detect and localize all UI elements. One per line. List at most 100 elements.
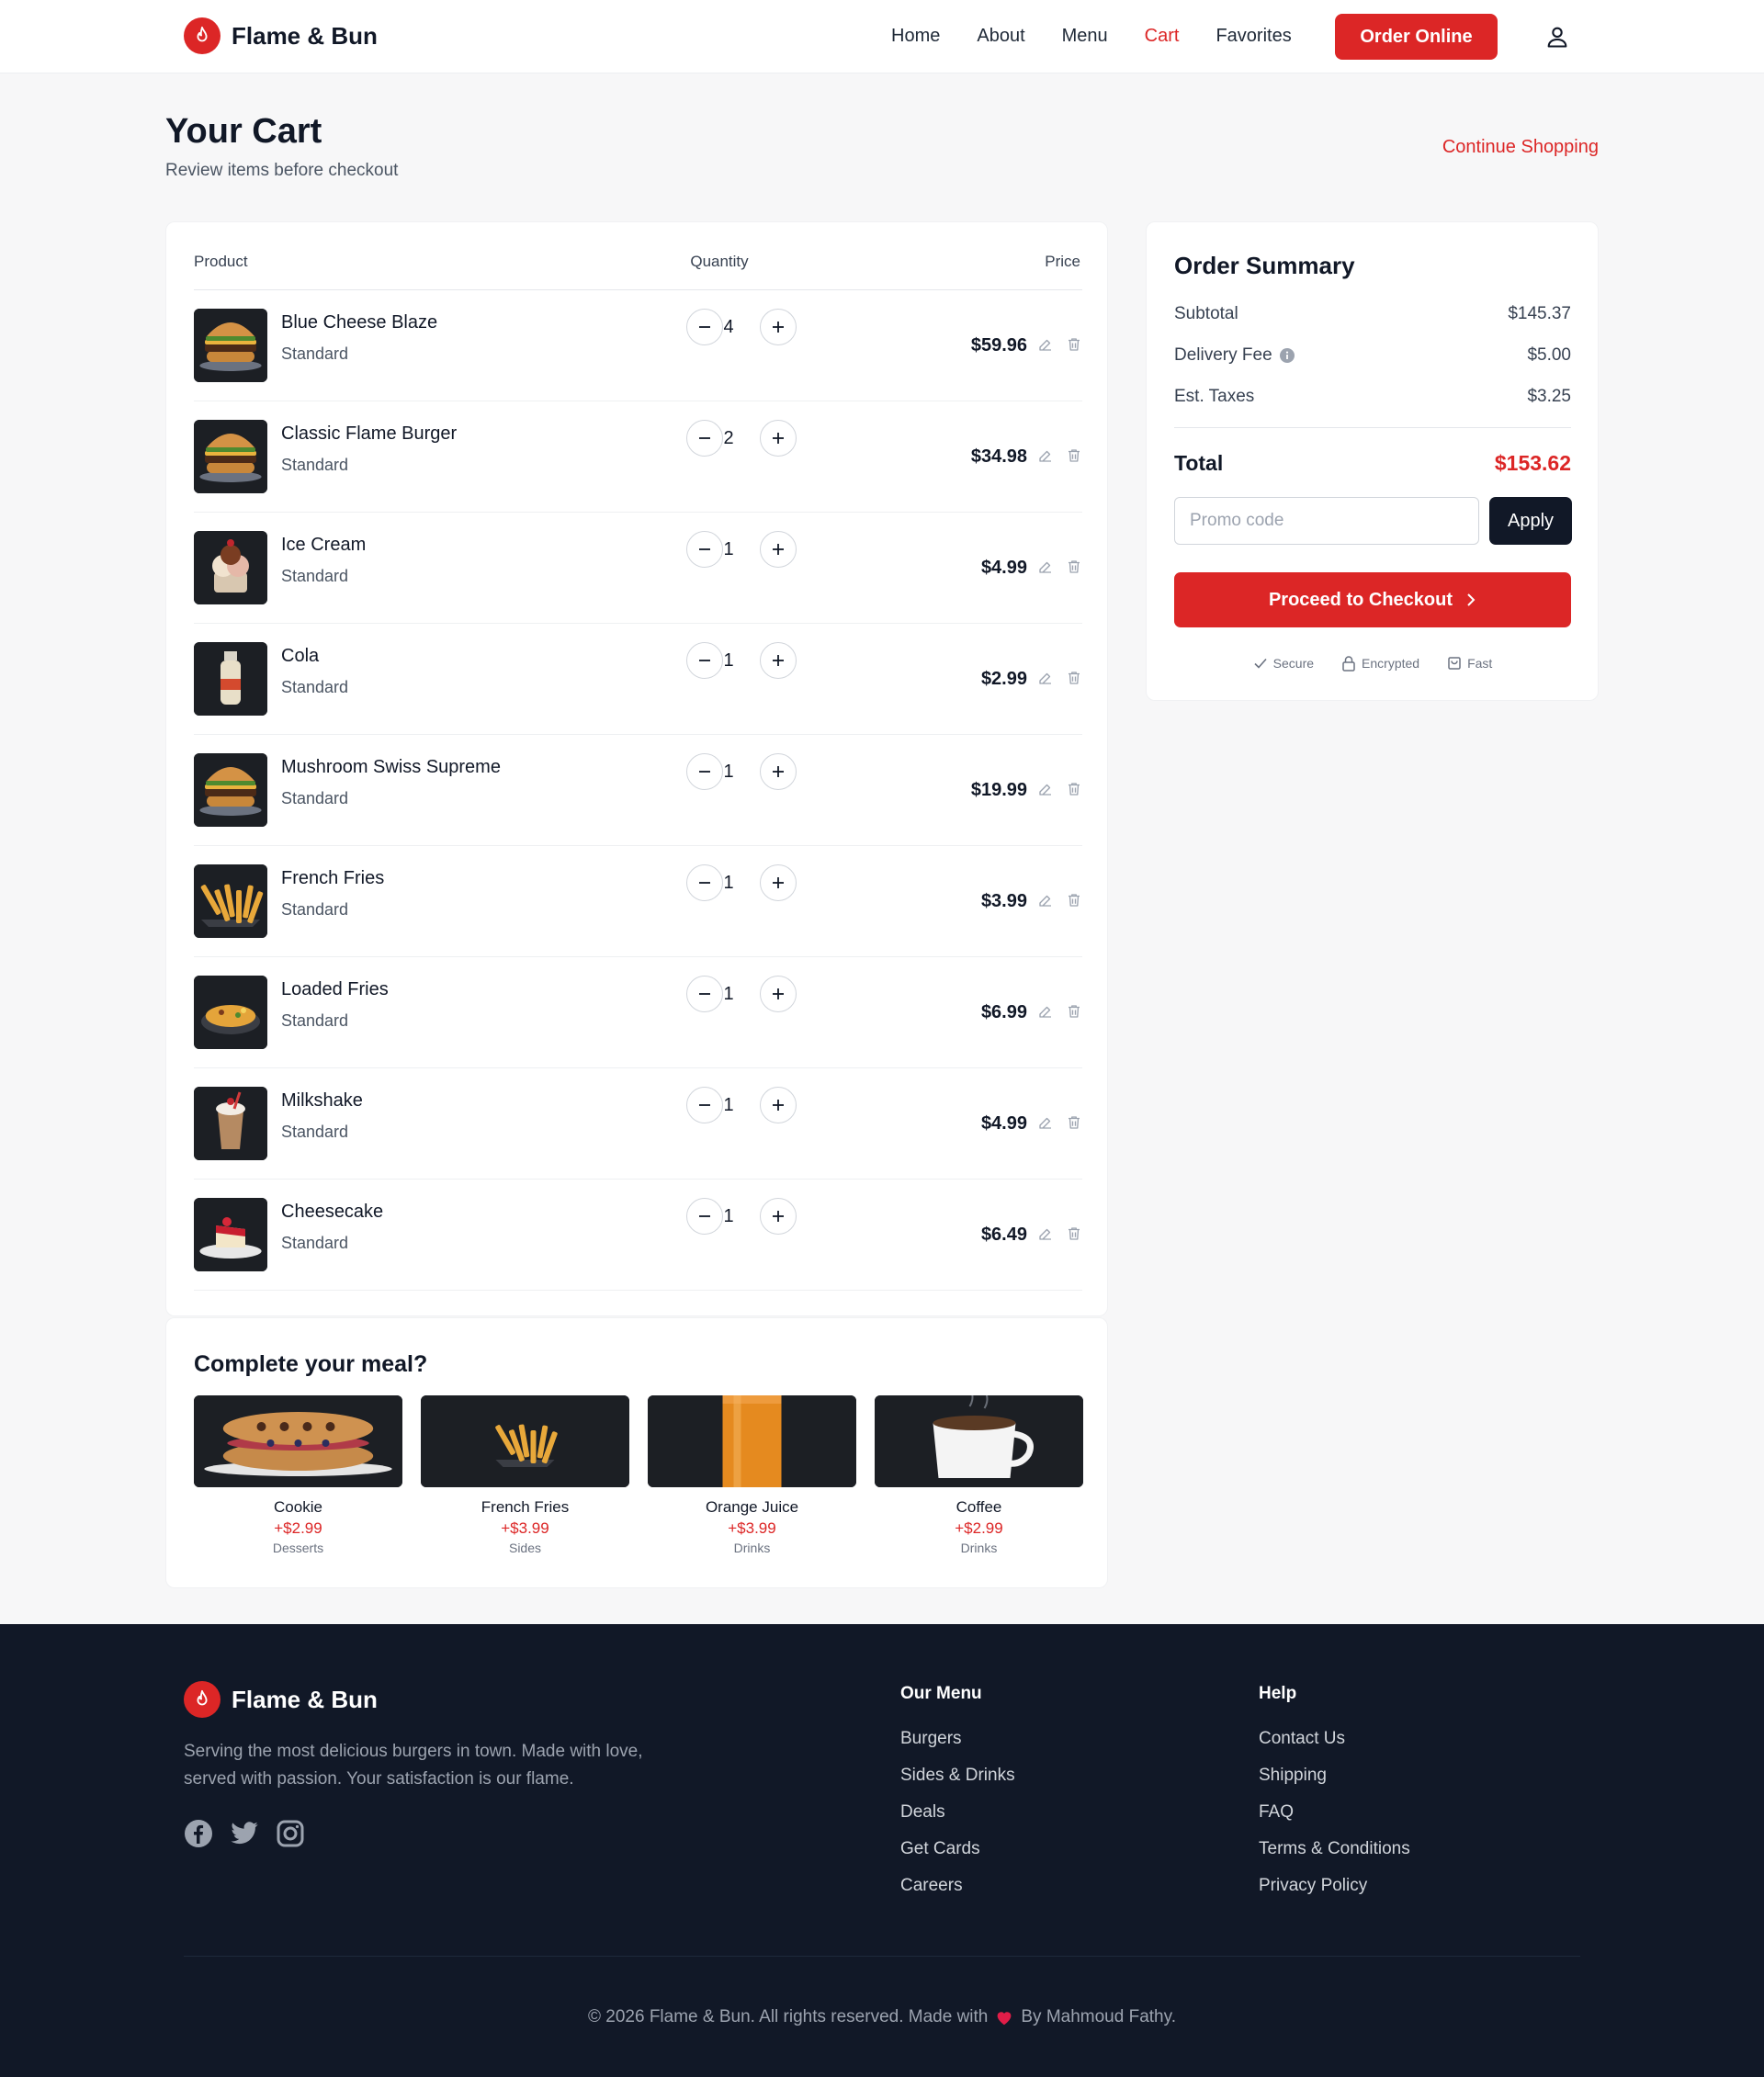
increase-quantity-button[interactable] [760,1198,797,1235]
fries-image [194,864,267,938]
minus-icon [699,660,710,661]
trust-badges: Secure Encrypted Fast [1174,655,1571,672]
proceed-to-checkout-button[interactable]: Proceed to Checkout [1174,572,1571,627]
suggestion-image [194,1395,402,1487]
minus-icon [699,771,710,773]
item-price: $4.99 [980,558,1027,578]
footer-link-privacy[interactable]: Privacy Policy [1259,1868,1410,1904]
suggestion-name: Coffee [956,1498,1002,1516]
product-image [194,531,267,604]
edit-icon[interactable] [1037,447,1054,464]
plus-icon [773,433,784,444]
suggestion-price: +$3.99 [728,1519,776,1537]
trash-icon[interactable] [1066,1225,1082,1242]
increase-quantity-button[interactable] [760,1087,797,1123]
suggestion-item[interactable]: Orange Juice +$3.99 Drinks [648,1395,856,1555]
increase-quantity-button[interactable] [760,864,797,901]
nav-home[interactable]: Home [891,26,940,47]
footer-link-shipping[interactable]: Shipping [1259,1757,1410,1794]
trash-icon[interactable] [1066,670,1082,686]
trash-icon[interactable] [1066,1003,1082,1020]
check-icon [1254,658,1267,669]
suggestion-item[interactable]: Cookie +$2.99 Desserts [194,1395,402,1555]
trash-icon[interactable] [1066,559,1082,575]
increase-quantity-button[interactable] [760,309,797,345]
heart-icon [998,2012,1012,2026]
nav-cart[interactable]: Cart [1145,26,1180,47]
edit-icon[interactable] [1037,1225,1054,1242]
nav-favorites[interactable]: Favorites [1216,26,1291,47]
footer-link-gift-cards[interactable]: Get Cards [900,1831,1015,1868]
trash-icon[interactable] [1066,1114,1082,1131]
product-image [194,976,267,1049]
subtotal-value: $145.37 [1508,304,1571,323]
suggestion-item[interactable]: French Fries +$3.99 Sides [421,1395,629,1555]
trash-icon[interactable] [1066,781,1082,797]
continue-shopping-link[interactable]: Continue Shopping [1442,137,1599,158]
product-name: Classic Flame Burger [281,423,458,444]
suggestion-item[interactable]: Coffee +$2.99 Drinks [875,1395,1083,1555]
social-links [184,1819,305,1848]
edit-icon[interactable] [1037,1003,1054,1020]
footer-menu-column: Our Menu Burgers Sides & Drinks Deals Ge… [900,1684,1015,1904]
product-name: Ice Cream [281,535,367,555]
twitter-icon[interactable] [230,1819,259,1848]
suggestion-price: +$2.99 [955,1519,1003,1537]
increase-quantity-button[interactable] [760,753,797,790]
edit-icon[interactable] [1037,1114,1054,1131]
brand[interactable]: Flame & Bun [184,17,378,54]
product-variant: Standard [281,1123,349,1141]
nav-about[interactable]: About [977,26,1024,47]
edit-icon[interactable] [1037,781,1054,797]
cart-item: Classic Flame Burger Standard 2 $34.98 [194,401,1082,513]
order-online-button[interactable]: Order Online [1335,14,1498,60]
increase-quantity-button[interactable] [760,531,797,568]
item-price: $3.99 [980,891,1027,911]
instagram-icon[interactable] [276,1819,305,1848]
info-icon[interactable] [1279,348,1295,363]
copyright-author: By Mahmoud Fathy. [1021,2007,1176,2026]
product-variant: Standard [281,1011,349,1030]
increase-quantity-button[interactable] [760,420,797,457]
nav-menu[interactable]: Menu [1062,26,1108,47]
footer-description: Serving the most delicious burgers in to… [184,1742,643,1789]
plus-icon [773,1100,784,1111]
footer-link-careers[interactable]: Careers [900,1868,1015,1904]
product-name: Blue Cheese Blaze [281,312,438,333]
main-nav: Home About Menu Cart Favorites [891,26,1292,47]
promo-code-input[interactable] [1174,497,1479,545]
facebook-icon[interactable] [184,1819,213,1848]
footer-link-faq[interactable]: FAQ [1259,1794,1410,1831]
edit-icon[interactable] [1037,892,1054,909]
trash-icon[interactable] [1066,336,1082,353]
cookie-image [194,1395,402,1487]
footer-link-terms[interactable]: Terms & Conditions [1259,1831,1410,1868]
footer-link-deals[interactable]: Deals [900,1794,1015,1831]
item-price: $4.99 [980,1113,1027,1134]
taxes-label: Est. Taxes [1174,387,1255,406]
ice-cream-image [194,531,267,604]
edit-icon[interactable] [1037,670,1054,686]
user-icon[interactable] [1544,24,1570,50]
quantity-value: 1 [723,1206,734,1226]
product-name: Cheesecake [281,1202,384,1222]
footer-link-contact[interactable]: Contact Us [1259,1721,1410,1757]
taxes-row: Est. Taxes $3.25 [1174,387,1571,407]
trash-icon[interactable] [1066,892,1082,909]
footer-link-sides-drinks[interactable]: Sides & Drinks [900,1757,1015,1794]
product-image [194,642,267,716]
total-value: $153.62 [1494,451,1571,475]
footer-brand[interactable]: Flame & Bun [184,1681,378,1718]
edit-icon[interactable] [1037,559,1054,575]
product-image [194,1087,267,1160]
apply-promo-button[interactable]: Apply [1489,497,1572,545]
cart-item: Mushroom Swiss Supreme Standard 1 $19.99 [194,735,1082,846]
edit-icon[interactable] [1037,336,1054,353]
increase-quantity-button[interactable] [760,976,797,1012]
increase-quantity-button[interactable] [760,642,797,679]
trash-icon[interactable] [1066,447,1082,464]
plus-icon [773,877,784,888]
subtotal-row: Subtotal $145.37 [1174,304,1571,324]
encrypted-badge: Encrypted [1341,655,1419,672]
footer-link-burgers[interactable]: Burgers [900,1721,1015,1757]
